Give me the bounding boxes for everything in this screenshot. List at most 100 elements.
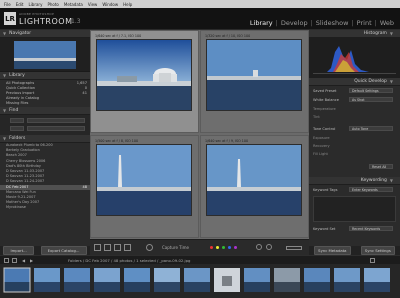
reset-all-button[interactable]: Reset All bbox=[369, 164, 393, 169]
film-thumb[interactable] bbox=[94, 268, 120, 292]
film-thumb[interactable] bbox=[274, 268, 300, 292]
module-develop[interactable]: Develop bbox=[281, 19, 308, 27]
module-print[interactable]: Print bbox=[357, 19, 372, 27]
right-panel: Histogram ▼ Quick Develop ▼ Saved Preset… bbox=[309, 30, 400, 255]
menu-item-library[interactable]: Library bbox=[28, 2, 42, 7]
red-label-icon[interactable] bbox=[210, 246, 213, 249]
survey-view-icon[interactable] bbox=[124, 244, 131, 251]
histogram-header[interactable]: Histogram ▼ bbox=[309, 30, 400, 38]
module-web[interactable]: Web bbox=[380, 19, 394, 27]
filmstrip-page1-icon[interactable] bbox=[4, 258, 9, 263]
grid-cell[interactable]: 1/640 sec at f / 9, ISO 100 bbox=[200, 135, 309, 238]
monument-photo bbox=[97, 145, 191, 215]
exposure-label: Exposure bbox=[313, 136, 330, 140]
photo-thumbnail[interactable] bbox=[206, 144, 302, 216]
sync-settings-button[interactable]: Sync Settings bbox=[360, 246, 395, 255]
rotate-left-icon[interactable] bbox=[256, 244, 262, 250]
grid-cell[interactable]: 1/320 sec at f / 10, ISO 100 bbox=[200, 30, 309, 133]
film-thumb[interactable] bbox=[34, 268, 60, 292]
compare-view-icon[interactable] bbox=[114, 244, 121, 251]
find-header[interactable]: ▼ Find bbox=[0, 107, 90, 115]
keyword-textarea[interactable] bbox=[313, 196, 396, 222]
app-name: LIGHTROOM bbox=[19, 17, 73, 26]
grid-cell-selected[interactable]: 1/640 sec at f / 7.1, ISO 100 bbox=[90, 30, 199, 133]
left-panel-buttons: Import... Export Catalog... bbox=[0, 246, 90, 255]
film-thumb[interactable] bbox=[154, 268, 180, 292]
grid-view-icon[interactable] bbox=[94, 244, 101, 251]
menu-item-window[interactable]: Window bbox=[102, 2, 118, 7]
yellow-label-icon[interactable] bbox=[216, 246, 219, 249]
film-thumb[interactable] bbox=[3, 267, 31, 293]
menu-item-help[interactable]: Help bbox=[123, 2, 132, 7]
thumbnail-size-slider[interactable] bbox=[286, 246, 302, 250]
folder-count: 48 bbox=[82, 184, 87, 189]
collapse-triangle-icon[interactable]: ▼ bbox=[390, 79, 393, 84]
folders-header[interactable]: ▼ Folders bbox=[0, 135, 90, 143]
library-header[interactable]: ▼ Library bbox=[0, 72, 90, 80]
film-thumb[interactable] bbox=[64, 268, 90, 292]
collapse-triangle-icon[interactable]: ▼ bbox=[3, 108, 6, 113]
back-arrow-icon[interactable]: ◀ bbox=[22, 258, 27, 263]
saved-preset-select[interactable]: Default Settings bbox=[349, 88, 393, 93]
collapse-triangle-icon[interactable]: ▼ bbox=[3, 31, 6, 36]
rotate-right-icon[interactable] bbox=[266, 244, 272, 250]
film-thumb[interactable] bbox=[334, 268, 360, 292]
find-date-select[interactable] bbox=[10, 126, 24, 131]
navigator-header[interactable]: ▼ Navigator bbox=[0, 30, 90, 38]
lightroom-logo: LR bbox=[4, 12, 16, 25]
blue-label-icon[interactable] bbox=[228, 246, 231, 249]
tint-label: Tint bbox=[313, 115, 320, 119]
painter-icon[interactable] bbox=[146, 244, 153, 251]
film-thumb[interactable] bbox=[214, 268, 240, 292]
export-catalog-button[interactable]: Export Catalog... bbox=[40, 246, 87, 255]
sync-metadata-button[interactable]: Sync Metadata bbox=[314, 246, 351, 255]
menu-item-view[interactable]: View bbox=[88, 2, 98, 7]
grid-cell[interactable]: 1/500 sec at f / 8, ISO 100 bbox=[90, 135, 199, 238]
find-scope-select[interactable] bbox=[10, 118, 24, 123]
keywording-header[interactable]: Keywording ▼ bbox=[309, 177, 400, 185]
filmstrip-page2-icon[interactable] bbox=[12, 258, 17, 263]
keyword-tags-input[interactable]: Enter Keywords bbox=[349, 187, 393, 192]
auto-tone-button[interactable]: Auto Tone bbox=[349, 126, 393, 131]
quick-develop-header[interactable]: Quick Develop ▼ bbox=[309, 78, 400, 86]
film-thumb[interactable] bbox=[124, 268, 150, 292]
menu-item-metadata[interactable]: Metadata bbox=[64, 2, 83, 7]
list-item[interactable]: Missing Files bbox=[0, 101, 90, 106]
navigator-label: Navigator bbox=[9, 31, 32, 36]
filter-icon[interactable] bbox=[370, 258, 375, 263]
menu-item-photo[interactable]: Photo bbox=[47, 2, 58, 7]
white-balance-select[interactable]: As Shot bbox=[349, 97, 393, 102]
photo-thumbnail[interactable] bbox=[206, 39, 302, 111]
collapse-triangle-icon[interactable]: ▼ bbox=[3, 73, 6, 78]
photo-thumbnail[interactable] bbox=[96, 39, 192, 111]
import-button[interactable]: Import... bbox=[3, 246, 34, 255]
filmstrip-source-path[interactable]: Folders / DC Feb 2007 / 48 photos / 1 se… bbox=[68, 258, 190, 263]
module-slideshow[interactable]: Slideshow bbox=[316, 19, 349, 27]
collapse-triangle-icon[interactable]: ▼ bbox=[3, 136, 6, 141]
find-text-input[interactable] bbox=[27, 118, 85, 123]
collapse-triangle-icon[interactable]: ▼ bbox=[390, 178, 393, 183]
purple-label-icon[interactable] bbox=[234, 246, 237, 249]
keyword-set-select[interactable]: Recent Keywords bbox=[349, 226, 393, 231]
film-thumb[interactable] bbox=[244, 268, 270, 292]
menu-bar: File Edit Library Photo Metadata View Wi… bbox=[0, 0, 400, 8]
photo-thumbnail[interactable] bbox=[96, 144, 192, 216]
memorial-photo bbox=[97, 40, 191, 110]
white-balance-label: White Balance bbox=[313, 98, 339, 102]
loupe-view-icon[interactable] bbox=[104, 244, 111, 251]
collapse-triangle-icon[interactable]: ▼ bbox=[390, 31, 393, 36]
module-separator: | bbox=[374, 19, 377, 27]
forward-arrow-icon[interactable]: ▶ bbox=[30, 258, 35, 263]
module-library[interactable]: Library bbox=[250, 19, 273, 27]
find-date-input[interactable] bbox=[27, 126, 85, 131]
green-label-icon[interactable] bbox=[222, 246, 225, 249]
film-thumb[interactable] bbox=[304, 268, 330, 292]
film-thumb[interactable] bbox=[184, 268, 210, 292]
module-separator: | bbox=[275, 19, 278, 27]
sort-order-select[interactable]: Capture Time bbox=[162, 245, 189, 250]
menu-item-edit[interactable]: Edit bbox=[16, 2, 24, 7]
folder-item[interactable]: Myrokinose bbox=[0, 205, 90, 210]
menu-item-file[interactable]: File bbox=[4, 2, 11, 7]
film-thumb[interactable] bbox=[364, 268, 390, 292]
navigator-preview[interactable] bbox=[0, 38, 90, 72]
